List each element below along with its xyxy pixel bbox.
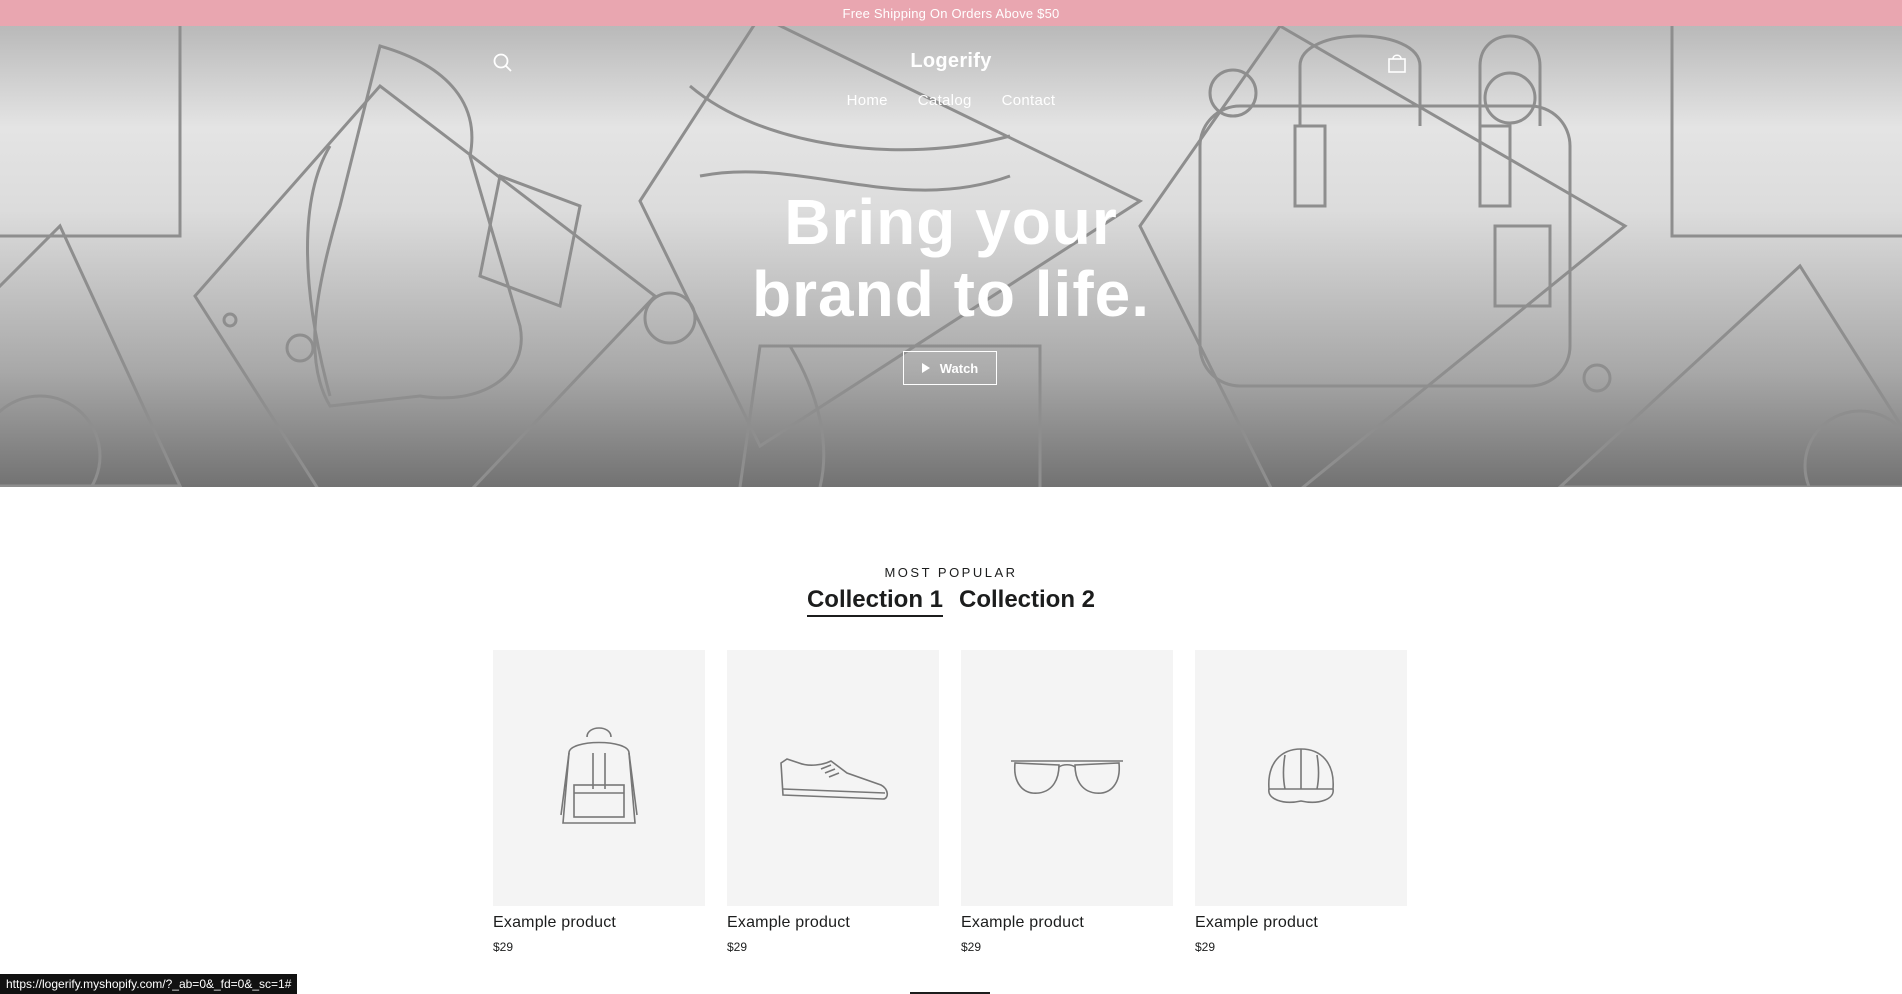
status-bar-url: https://logerify.myshopify.com/?_ab=0&_f… (0, 974, 298, 994)
hero-title-line-2: brand to life. (752, 258, 1150, 330)
nav-contact[interactable]: Contact (1002, 92, 1056, 109)
product-title[interactable]: Example product (961, 914, 1173, 932)
site-header: Logerify Home Catalog Contact (0, 26, 1902, 146)
product-image[interactable] (1195, 650, 1407, 906)
product-card[interactable]: Example product $29 (961, 650, 1173, 954)
product-price: $29 (961, 940, 982, 954)
announcement-bar: Free Shipping On Orders Above $50 (0, 0, 1902, 26)
nav-catalog[interactable]: Catalog (918, 92, 972, 109)
product-price: $29 (493, 940, 514, 954)
product-price: $29 (1195, 940, 1216, 954)
play-icon (921, 363, 930, 373)
hero-title: Bring your brand to life. (0, 186, 1902, 330)
cap-icon (1268, 748, 1334, 804)
hero-title-line-1: Bring your (784, 186, 1118, 258)
backpack-icon (560, 727, 638, 824)
product-grid: Example product $29 Example product $29 … (493, 650, 1407, 954)
product-card[interactable]: Example product $29 (493, 650, 705, 954)
section-subtitle: MOST POPULAR (884, 565, 1018, 580)
product-image[interactable] (493, 650, 705, 906)
cart-button[interactable] (1386, 52, 1410, 76)
collection-tabs: Collection 1 Collection 2 (0, 586, 1902, 617)
watch-video-button[interactable]: Watch (903, 351, 997, 385)
product-title[interactable]: Example product (1195, 914, 1407, 932)
sneaker-icon (780, 758, 889, 800)
tab-collection-1[interactable]: Collection 1 (806, 586, 943, 617)
cart-icon (1388, 54, 1406, 73)
product-price: $29 (727, 940, 748, 954)
hero-section: Logerify Home Catalog Contact Bring your… (0, 26, 1902, 487)
main-navigation: Home Catalog Contact (0, 92, 1902, 109)
watch-label: Watch (939, 360, 979, 376)
tab-collection-2[interactable]: Collection 2 (959, 586, 1095, 617)
product-card[interactable]: Example product $29 (727, 650, 939, 954)
product-image[interactable] (961, 650, 1173, 906)
product-title[interactable]: Example product (493, 914, 705, 932)
product-image[interactable] (727, 650, 939, 906)
product-title[interactable]: Example product (727, 914, 939, 932)
nav-home[interactable]: Home (847, 92, 888, 109)
announcement-text: Free Shipping On Orders Above $50 (842, 5, 1060, 21)
site-logo[interactable]: Logerify (0, 50, 1902, 73)
sunglasses-icon (1011, 760, 1123, 794)
product-card[interactable]: Example product $29 (1195, 650, 1407, 954)
